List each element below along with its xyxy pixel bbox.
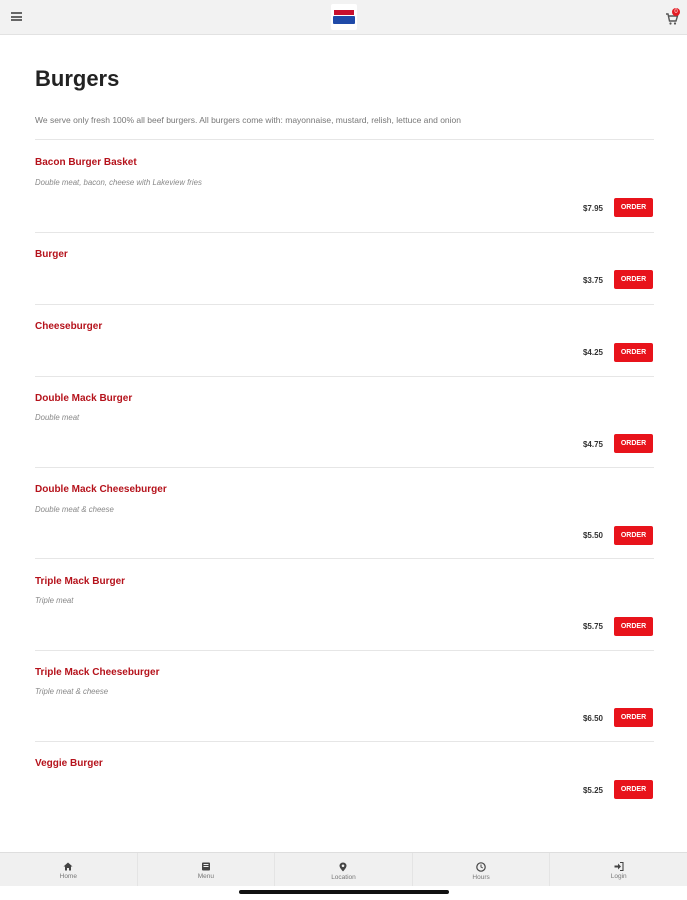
login-icon: [614, 862, 624, 871]
order-button[interactable]: ORDER: [614, 780, 653, 799]
tab-menu[interactable]: Menu: [138, 853, 276, 886]
tab-hours[interactable]: Hours: [413, 853, 551, 886]
menu-book-icon: [201, 862, 210, 871]
order-button-label: ORDER: [620, 349, 647, 356]
item-price: $5.25: [582, 786, 603, 795]
item-name[interactable]: Double Mack Cheeseburger: [35, 484, 167, 495]
item-price: $3.75: [582, 276, 603, 285]
item-description: Double meat & cheese: [35, 505, 114, 514]
order-button[interactable]: ORDER: [614, 343, 653, 362]
home-icon: [63, 862, 73, 871]
divider: [35, 376, 654, 377]
divider: [35, 650, 654, 651]
tab-label: Menu: [197, 873, 215, 880]
divider: [35, 304, 654, 305]
item-name[interactable]: Double Mack Burger: [35, 393, 132, 404]
tab-label: Hours: [472, 874, 490, 881]
tab-label: Home: [59, 873, 77, 880]
order-button[interactable]: ORDER: [614, 434, 653, 453]
home-indicator: [239, 890, 449, 894]
divider: [35, 232, 654, 233]
divider: [35, 741, 654, 742]
item-price: $5.75: [582, 622, 603, 631]
item-price: $4.75: [582, 440, 603, 449]
order-button[interactable]: ORDER: [614, 526, 653, 545]
order-button-label: ORDER: [620, 623, 647, 630]
divider: [35, 467, 654, 468]
clock-icon: [476, 862, 486, 872]
item-price: $7.95: [582, 204, 603, 213]
tab-login[interactable]: Login: [550, 853, 687, 886]
bottom-tab-bar: Home Menu Location Hours Login: [0, 852, 687, 886]
order-button-label: ORDER: [620, 714, 647, 721]
order-button[interactable]: ORDER: [614, 198, 653, 217]
map-pin-icon: [339, 862, 347, 872]
item-name[interactable]: Bacon Burger Basket: [35, 157, 137, 168]
order-button[interactable]: ORDER: [614, 270, 653, 289]
tab-label: Location: [331, 874, 356, 881]
item-name[interactable]: Triple Mack Burger: [35, 576, 125, 587]
item-name[interactable]: Cheeseburger: [35, 321, 102, 332]
order-button-label: ORDER: [620, 786, 647, 793]
item-price: $6.50: [582, 714, 603, 723]
restaurant-logo[interactable]: [331, 4, 357, 30]
item-description: Triple meat & cheese: [35, 687, 109, 696]
item-name[interactable]: Veggie Burger: [35, 758, 103, 769]
item-price: $4.25: [582, 348, 603, 357]
page-title: Burgers: [35, 66, 120, 91]
order-button-label: ORDER: [620, 532, 647, 539]
item-name[interactable]: Triple Mack Cheeseburger: [35, 667, 160, 678]
item-description: Triple meat: [35, 596, 74, 605]
divider: [35, 139, 654, 140]
tab-home[interactable]: Home: [0, 853, 138, 886]
tab-location[interactable]: Location: [275, 853, 413, 886]
order-button[interactable]: ORDER: [614, 708, 653, 727]
order-button-label: ORDER: [620, 276, 647, 283]
order-button[interactable]: ORDER: [614, 617, 653, 636]
item-description: Double meat, bacon, cheese with Lakeview…: [35, 178, 202, 187]
tab-label: Login: [610, 873, 627, 880]
category-description: We serve only fresh 100% all beef burger…: [35, 115, 462, 125]
item-description: Double meat: [35, 413, 80, 422]
order-button-label: ORDER: [620, 204, 647, 211]
order-button-label: ORDER: [620, 440, 647, 447]
item-price: $5.50: [582, 531, 603, 540]
top-bar: 0: [0, 0, 687, 35]
cart-count-badge: 0: [672, 8, 680, 16]
hamburger-menu-icon[interactable]: [11, 12, 22, 21]
divider: [35, 558, 654, 559]
item-name[interactable]: Burger: [35, 249, 68, 260]
